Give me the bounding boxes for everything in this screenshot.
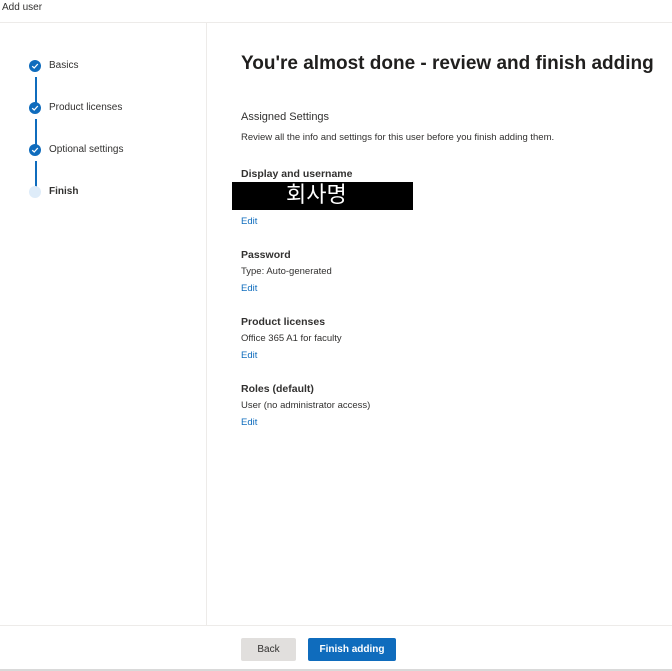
assigned-settings-title: Assigned Settings <box>241 111 330 123</box>
window-title: Add user <box>2 2 43 13</box>
step-label: Finish <box>49 186 79 197</box>
step-sidebar: Basics Product licenses Optional setting… <box>0 23 207 625</box>
finish-adding-button[interactable]: Finish adding <box>308 638 396 661</box>
edit-display-link[interactable]: Edit <box>241 216 257 227</box>
step-circle-icon <box>29 186 41 198</box>
product-licenses-title: Product licenses <box>241 316 326 328</box>
checkmark-icon <box>29 144 41 156</box>
step-label: Optional settings <box>49 144 124 155</box>
redacted-display-name: 회사명 <box>232 182 413 210</box>
add-user-window: Add user Basics Product licenses Optiona… <box>0 0 672 671</box>
display-username-title: Display and username <box>241 168 353 180</box>
roles-value: User (no administrator access) <box>241 400 371 411</box>
checkmark-icon <box>29 102 41 114</box>
password-title: Password <box>241 249 291 261</box>
step-label: Basics <box>49 60 79 71</box>
roles-title: Roles (default) <box>241 383 314 395</box>
checkmark-icon <box>29 60 41 72</box>
back-button[interactable]: Back <box>241 638 296 661</box>
edit-roles-link[interactable]: Edit <box>241 417 257 428</box>
step-label: Product licenses <box>49 102 123 113</box>
assigned-settings-desc: Review all the info and settings for thi… <box>241 132 555 143</box>
page-title: You're almost done - review and finish a… <box>241 53 654 74</box>
footer-bar: Back Finish adding <box>0 625 672 671</box>
edit-password-link[interactable]: Edit <box>241 283 257 294</box>
password-value: Type: Auto-generated <box>241 266 332 277</box>
display-name-value: 회사명 <box>286 183 347 208</box>
title-bar: Add user <box>0 0 672 23</box>
product-licenses-value: Office 365 A1 for faculty <box>241 333 342 344</box>
edit-licenses-link[interactable]: Edit <box>241 350 257 361</box>
